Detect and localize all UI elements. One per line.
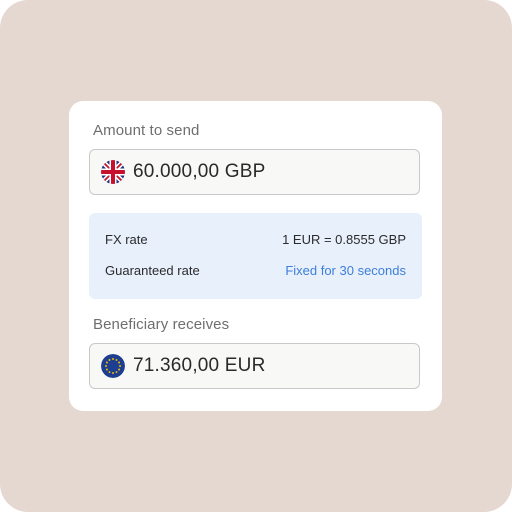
guaranteed-rate-row: Guaranteed rate Fixed for 30 seconds xyxy=(105,263,406,278)
guaranteed-rate-label: Guaranteed rate xyxy=(105,263,200,278)
rate-info-box: FX rate 1 EUR = 0.8555 GBP Guaranteed ra… xyxy=(89,213,422,299)
receive-amount-value: 71.360,00 EUR xyxy=(133,355,266,376)
send-amount-value: 60.000,00 GBP xyxy=(133,161,266,182)
send-amount-input[interactable]: 60.000,00 GBP xyxy=(89,149,420,195)
guaranteed-rate-link[interactable]: Fixed for 30 seconds xyxy=(285,263,406,278)
fx-rate-label: FX rate xyxy=(105,232,148,247)
fx-rate-value: 1 EUR = 0.8555 GBP xyxy=(282,232,406,247)
beneficiary-receives-label: Beneficiary receives xyxy=(93,316,230,333)
eu-flag-icon xyxy=(101,354,125,378)
receive-amount-input[interactable]: 71.360,00 EUR xyxy=(89,343,420,389)
uk-flag-icon xyxy=(101,160,125,184)
page-background: Amount to send 60.000,00 GBP FX rate 1 E… xyxy=(0,0,512,512)
amount-to-send-label: Amount to send xyxy=(93,122,200,139)
transfer-card: Amount to send 60.000,00 GBP FX rate 1 E… xyxy=(69,101,442,411)
fx-rate-row: FX rate 1 EUR = 0.8555 GBP xyxy=(105,232,406,247)
